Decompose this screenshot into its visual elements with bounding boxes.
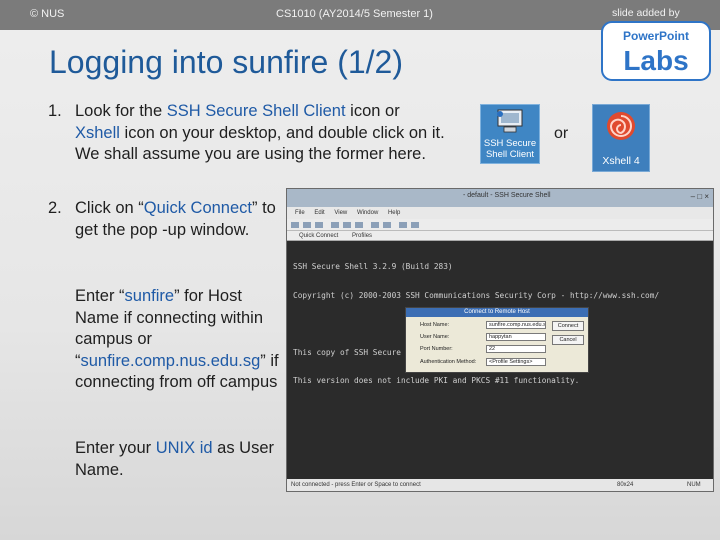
terminal-line: Copyright (c) 2000-2003 SSH Communicatio…	[293, 290, 660, 300]
host-sunfire: sunfire	[124, 287, 175, 305]
auth-method-select[interactable]: <Profile Settings>	[486, 358, 546, 366]
terminal-line: SSH Secure Shell 3.2.9 (Build 283)	[293, 262, 453, 271]
item1-xshell-name: Xshell	[75, 123, 120, 142]
toolbar-button[interactable]	[411, 222, 419, 228]
menu-window[interactable]: Window	[357, 210, 378, 216]
quick-connect-button[interactable]: Quick Connect	[299, 233, 338, 239]
list-item-2: Click on “Quick Connect” to get the pop …	[75, 198, 295, 241]
shell-spiral-icon	[607, 112, 635, 140]
toolbar-button[interactable]	[383, 222, 391, 228]
toolbar-button[interactable]	[291, 222, 299, 228]
user-name-field[interactable]: happytan	[486, 333, 546, 341]
toolbar-button[interactable]	[399, 222, 407, 228]
menu-edit[interactable]: Edit	[314, 210, 324, 216]
user-name-label: User Name:	[420, 334, 450, 340]
toolbar-button[interactable]	[303, 222, 311, 228]
slide-added-by-text: slide added by	[612, 7, 680, 19]
auth-method-label: Authentication Method:	[420, 359, 477, 365]
status-message: Not connected - press Enter or Space to …	[291, 482, 421, 488]
cancel-button[interactable]: Cancel	[552, 335, 584, 345]
item2-text: Click on “	[75, 199, 144, 217]
window-controls[interactable]: – □ ×	[691, 192, 709, 201]
course-title: CS1010 (AY2014/5 Semester 1)	[276, 8, 433, 20]
item1-text: Look for the	[75, 102, 167, 120]
window-title-bar: - default - SSH Secure Shell – □ ×	[287, 189, 713, 207]
ssh-icon-label-1: SSH Secure	[483, 138, 537, 149]
list-item-1: Look for the SSH Secure Shell Client ico…	[75, 101, 445, 166]
host-full-domain: sunfire.comp.nus.edu.sg	[80, 351, 261, 370]
ssh-secure-shell-client-icon[interactable]: SSH Secure Shell Client	[480, 104, 540, 164]
host-name-label: Host Name:	[420, 322, 450, 328]
connect-dialog: Connect to Remote Host Host Name: sunfir…	[405, 307, 589, 373]
toolbar-button[interactable]	[331, 222, 339, 228]
ssh-icon-label-2: Shell Client	[485, 149, 535, 160]
port-number-label: Port Number:	[420, 346, 453, 352]
copyright-text: © NUS	[30, 8, 65, 20]
user-text: Enter your	[75, 439, 156, 457]
window-toolbar	[287, 219, 713, 231]
host-text: Enter “	[75, 287, 125, 305]
computer-icon	[497, 109, 523, 133]
window-title: - default - SSH Secure Shell	[463, 192, 551, 199]
item1-ssh-client-name: SSH Secure Shell Client	[166, 102, 346, 120]
item1-text: icon or	[345, 102, 400, 120]
list-number-1: 1.	[48, 102, 62, 120]
menu-view[interactable]: View	[334, 210, 347, 216]
menu-file[interactable]: File	[295, 210, 305, 216]
status-num: NUM	[687, 482, 701, 488]
svg-text:Labs: Labs	[623, 45, 688, 76]
profiles-button[interactable]: Profiles	[352, 233, 372, 239]
powerpoint-labs-logo: PowerPoint Labs	[601, 21, 711, 81]
list-number-2: 2.	[48, 199, 62, 217]
host-name-field[interactable]: sunfire.comp.nus.edu.sg	[486, 321, 546, 329]
window-status-bar: Not connected - press Enter or Space to …	[287, 479, 713, 491]
xshell-4-icon[interactable]: Xshell 4	[592, 104, 650, 172]
item1-text: icon on your desktop, and double click o…	[75, 123, 445, 164]
toolbar-button[interactable]	[371, 222, 379, 228]
host-name-paragraph: Enter “sunfire” for Host Name if connect…	[75, 286, 290, 394]
menu-help[interactable]: Help	[388, 210, 400, 216]
terminal-line: This version does not include PKI and PK…	[293, 376, 580, 385]
toolbar-button[interactable]	[315, 222, 323, 228]
ssh-client-window: - default - SSH Secure Shell – □ × File …	[286, 188, 714, 492]
svg-text:PowerPoint: PowerPoint	[623, 29, 689, 43]
port-number-field[interactable]: 22	[486, 345, 546, 353]
connect-button[interactable]: Connect	[552, 321, 584, 331]
toolbar-button[interactable]	[343, 222, 351, 228]
or-text: or	[554, 125, 569, 142]
xshell-icon-label: Xshell 4	[602, 155, 640, 167]
user-unix-id: UNIX id	[155, 439, 213, 457]
status-size: 80x24	[617, 482, 634, 488]
window-menu-bar: File Edit View Window Help	[287, 207, 713, 219]
item2-quick-connect: Quick Connect	[143, 199, 252, 217]
window-link-bar: Quick Connect Profiles	[287, 231, 713, 241]
dialog-title: Connect to Remote Host	[406, 308, 588, 317]
slide-title: Logging into sunfire (1/2)	[49, 44, 403, 80]
toolbar-button[interactable]	[355, 222, 363, 228]
user-name-paragraph: Enter your UNIX id as User Name.	[75, 438, 290, 481]
